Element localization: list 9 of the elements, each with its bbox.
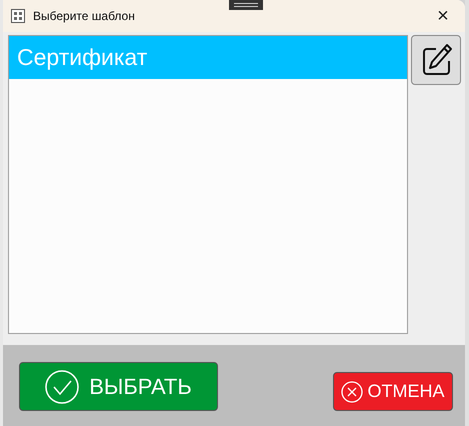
select-button[interactable]: ВЫБРАТЬ [19, 362, 218, 411]
cancel-button[interactable]: ОТМЕНА [333, 372, 453, 411]
close-circle-icon [341, 380, 364, 402]
app-icon [11, 9, 25, 23]
check-circle-icon [45, 370, 80, 404]
drag-handle[interactable] [229, 0, 263, 10]
edit-button[interactable] [411, 35, 461, 85]
close-button[interactable]: × [429, 2, 457, 30]
window-title: Выберите шаблон [33, 8, 135, 25]
